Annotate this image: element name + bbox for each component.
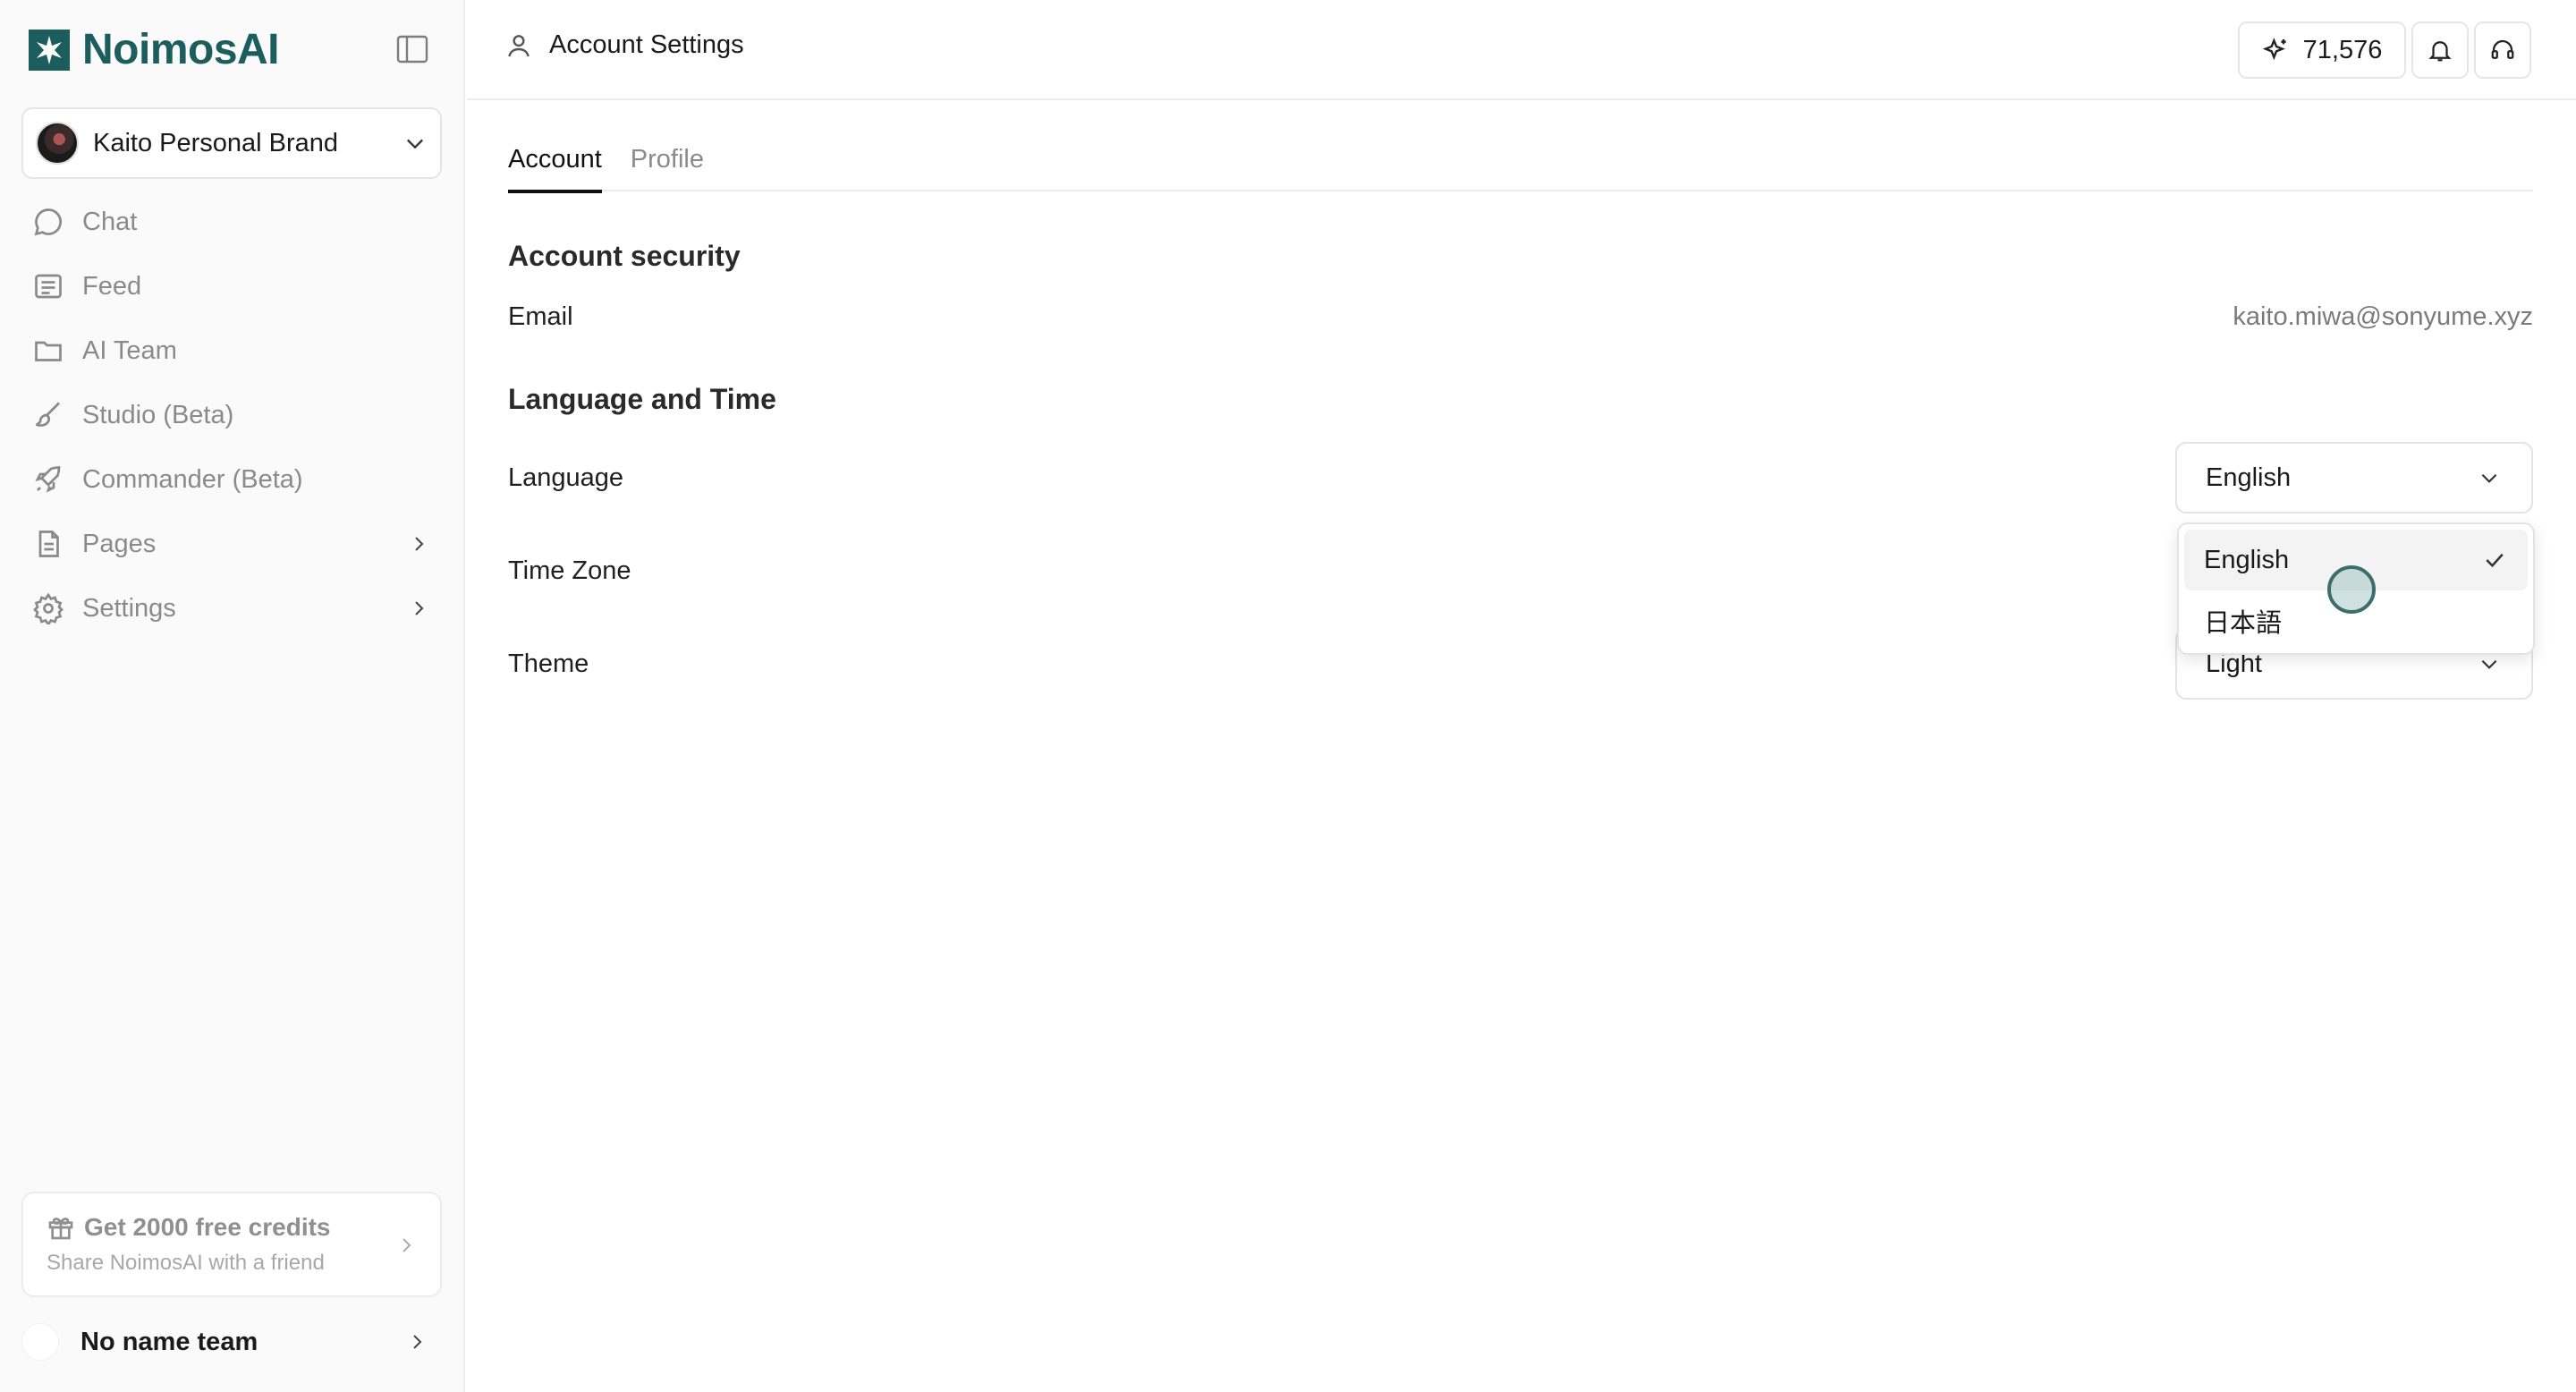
sparkle-icon bbox=[2262, 38, 2286, 61]
promo-title: Get 2000 free credits bbox=[84, 1213, 331, 1241]
sidebar-item-label: Chat bbox=[82, 207, 138, 236]
language-label: Language bbox=[508, 463, 624, 492]
headset-icon bbox=[2491, 39, 2514, 59]
chat-bubble-icon bbox=[34, 208, 62, 236]
sidebar-item-label: Pages bbox=[82, 529, 157, 558]
promo-subtitle: Share NoimosAI with a friend bbox=[47, 1251, 325, 1275]
bell-icon bbox=[2428, 41, 2452, 62]
tab-account[interactable]: Account bbox=[508, 134, 602, 193]
check-icon bbox=[2486, 553, 2504, 568]
gift-icon bbox=[48, 1218, 73, 1240]
newspaper-icon bbox=[35, 274, 62, 299]
brand[interactable]: NoimosAI bbox=[27, 25, 280, 74]
theme-label: Theme bbox=[508, 649, 589, 678]
workspace-avatar bbox=[36, 122, 79, 165]
chevron-right-icon bbox=[415, 537, 424, 551]
sidebar-nav: Chat Feed AI Team Studio (Beta) Commande… bbox=[21, 190, 442, 641]
team-avatar bbox=[21, 1323, 59, 1361]
team-name: No name team bbox=[80, 1327, 258, 1356]
language-select[interactable]: English bbox=[2175, 442, 2533, 514]
tab-profile[interactable]: Profile bbox=[631, 134, 704, 191]
sidebar-item-label: Commander (Beta) bbox=[82, 464, 303, 494]
option-label: English bbox=[2204, 545, 2290, 574]
rocket-icon bbox=[35, 466, 61, 493]
credits-button[interactable]: 71,576 bbox=[2238, 21, 2406, 79]
option-label: 日本語 bbox=[2204, 609, 2283, 638]
settings-tabs: Account Profile bbox=[508, 134, 2533, 193]
sidebar-item-pages[interactable]: Pages bbox=[21, 512, 442, 576]
user-icon bbox=[508, 34, 530, 56]
workspace-selector[interactable]: Kaito Personal Brand bbox=[21, 107, 442, 179]
brush-icon bbox=[35, 402, 60, 427]
page-title-text: Account Settings bbox=[549, 30, 744, 59]
mouse-cursor-indicator bbox=[2327, 565, 2376, 614]
team-selector[interactable]: No name team bbox=[21, 1317, 442, 1367]
email-value: kaito.miwa@sonyume.xyz bbox=[2233, 302, 2533, 331]
sidebar: NoimosAI Kaito Personal Brand Chat Feed … bbox=[0, 0, 465, 1392]
gear-icon bbox=[33, 592, 64, 624]
page-title: Account Settings bbox=[504, 30, 744, 60]
sidebar-item-label: Studio (Beta) bbox=[82, 400, 234, 429]
noimos-logo-icon bbox=[29, 29, 70, 71]
sidebar-item-label: AI Team bbox=[82, 335, 177, 365]
sidebar-toggle-icon[interactable] bbox=[395, 34, 429, 64]
chevron-down-icon bbox=[407, 139, 423, 149]
file-icon bbox=[38, 530, 59, 557]
chevron-right-icon bbox=[415, 601, 424, 615]
referral-promo[interactable]: Get 2000 free credits Share NoimosAI wit… bbox=[21, 1192, 442, 1297]
language-time-heading: Language and Time bbox=[508, 383, 776, 415]
support-button[interactable] bbox=[2474, 21, 2531, 79]
email-label: Email bbox=[508, 302, 573, 331]
sidebar-item-feed[interactable]: Feed bbox=[21, 254, 442, 318]
sidebar-item-ai-team[interactable]: AI Team bbox=[21, 318, 442, 383]
chevron-down-icon bbox=[2481, 659, 2497, 669]
credits-count: 71,576 bbox=[2302, 35, 2383, 64]
language-select-value: English bbox=[2206, 463, 2292, 492]
account-security-heading: Account security bbox=[508, 240, 741, 272]
notifications-button[interactable] bbox=[2411, 21, 2469, 79]
sidebar-item-label: Feed bbox=[82, 271, 142, 301]
sidebar-item-settings[interactable]: Settings bbox=[21, 576, 442, 641]
sidebar-item-studio[interactable]: Studio (Beta) bbox=[21, 383, 442, 447]
timezone-label: Time Zone bbox=[508, 556, 631, 585]
chevron-right-icon bbox=[413, 1335, 422, 1349]
folder-icon bbox=[35, 341, 62, 361]
sidebar-item-commander[interactable]: Commander (Beta) bbox=[21, 447, 442, 512]
top-header: Account Settings 71,576 bbox=[467, 0, 2576, 100]
sidebar-item-chat[interactable]: Chat bbox=[21, 190, 442, 254]
chevron-down-icon bbox=[2481, 473, 2497, 483]
sidebar-item-label: Settings bbox=[82, 593, 176, 623]
brand-name: NoimosAI bbox=[82, 26, 280, 73]
workspace-name: Kaito Personal Brand bbox=[93, 128, 339, 157]
chevron-right-icon bbox=[402, 1238, 411, 1252]
promo-title-row: Get 2000 free credits bbox=[47, 1213, 440, 1242]
